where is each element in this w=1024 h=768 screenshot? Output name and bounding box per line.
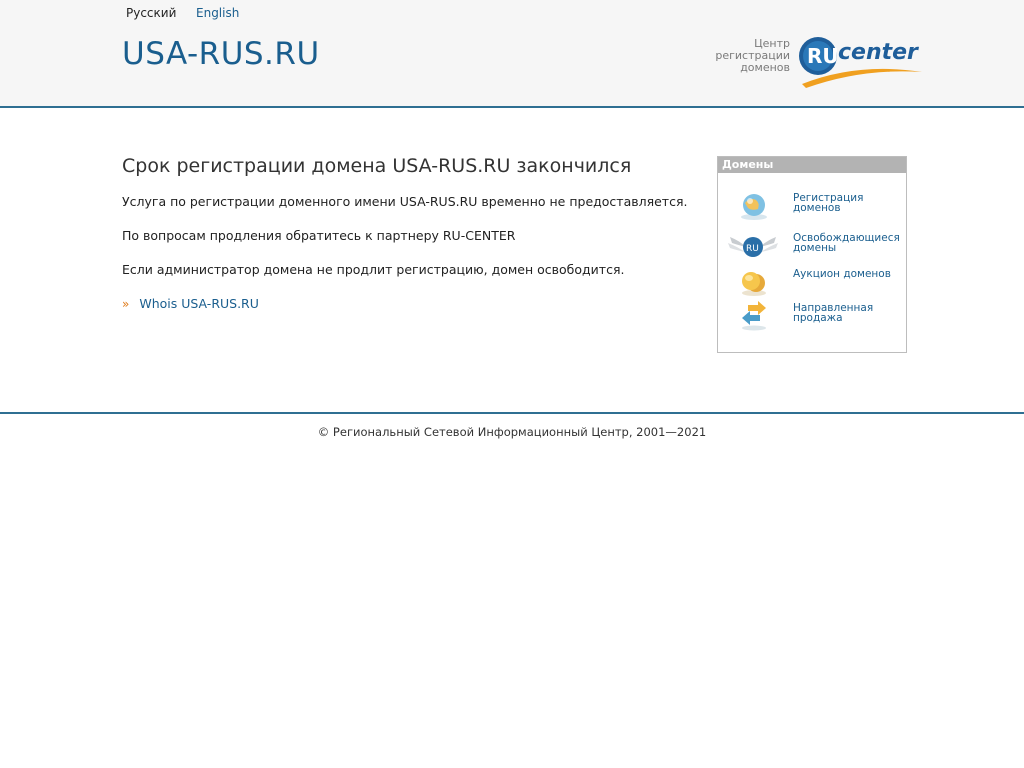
- chevron-right-icon: »: [122, 297, 130, 311]
- rucenter-tagline: Центр регистрации доменов: [715, 38, 790, 74]
- sidebar-item-domain-auction[interactable]: Аукцион доменов: [728, 267, 898, 299]
- paragraph-renewal: По вопросам продления обратитесь к партн…: [122, 228, 516, 243]
- rucenter-tagline-line3: доменов: [740, 61, 790, 74]
- lang-russian: Русский: [126, 6, 177, 20]
- sidebar-item-label: Направленная продажа: [793, 303, 903, 324]
- coins-icon: [742, 272, 766, 296]
- site-title: USA-RUS.RU: [122, 36, 320, 72]
- sidebar-item-released-domains[interactable]: RU Освобождающиеся домены: [728, 231, 900, 263]
- whois-link[interactable]: Whois USA-RUS.RU: [139, 296, 259, 311]
- paragraph-service: Услуга по регистрации доменного имени US…: [122, 194, 688, 209]
- sidebar-item-domain-registration[interactable]: Регистрация доменов: [728, 191, 898, 223]
- sidebar-item-label-line1: Аукцион доменов: [793, 268, 891, 280]
- domains-panel: Домены Регистрация доменов RU Освобождаю…: [717, 156, 907, 353]
- paragraph-release: Если администратор домена не продлит рег…: [122, 262, 625, 277]
- rucenter-logo-center: center: [838, 40, 919, 65]
- domains-panel-header: Домены: [718, 157, 906, 173]
- sidebar-item-label: Аукцион доменов: [793, 268, 903, 280]
- footer-copyright: © Региональный Сетевой Информационный Це…: [317, 425, 707, 439]
- exchange-arrows-icon: [742, 301, 766, 331]
- sidebar-item-label-line2: продажа: [793, 312, 843, 324]
- rucenter-logo-ru: RU: [807, 44, 839, 68]
- lang-english-link[interactable]: English: [196, 6, 239, 20]
- rucenter-logo[interactable]: RU center: [798, 32, 924, 90]
- winged-ru-icon: RU: [728, 237, 778, 257]
- winged-ru-icon-text: RU: [746, 244, 759, 254]
- sidebar-item-label: Освобождающиеся домены: [793, 233, 903, 254]
- whois-row: » Whois USA-RUS.RU: [122, 296, 259, 311]
- footer-divider: [0, 412, 1024, 414]
- sidebar-item-label: Регистрация доменов: [793, 193, 903, 214]
- sidebar-item-directed-sale[interactable]: Направленная продажа: [728, 301, 898, 333]
- page-title: Срок регистрации домена USA-RUS.RU закон…: [122, 155, 632, 177]
- header: Русский English USA-RUS.RU Центр регистр…: [0, 0, 1024, 108]
- globe-icon: [741, 194, 767, 220]
- sidebar-item-label-line2: доменов: [793, 202, 841, 214]
- sidebar-item-label-line2: домены: [793, 242, 837, 254]
